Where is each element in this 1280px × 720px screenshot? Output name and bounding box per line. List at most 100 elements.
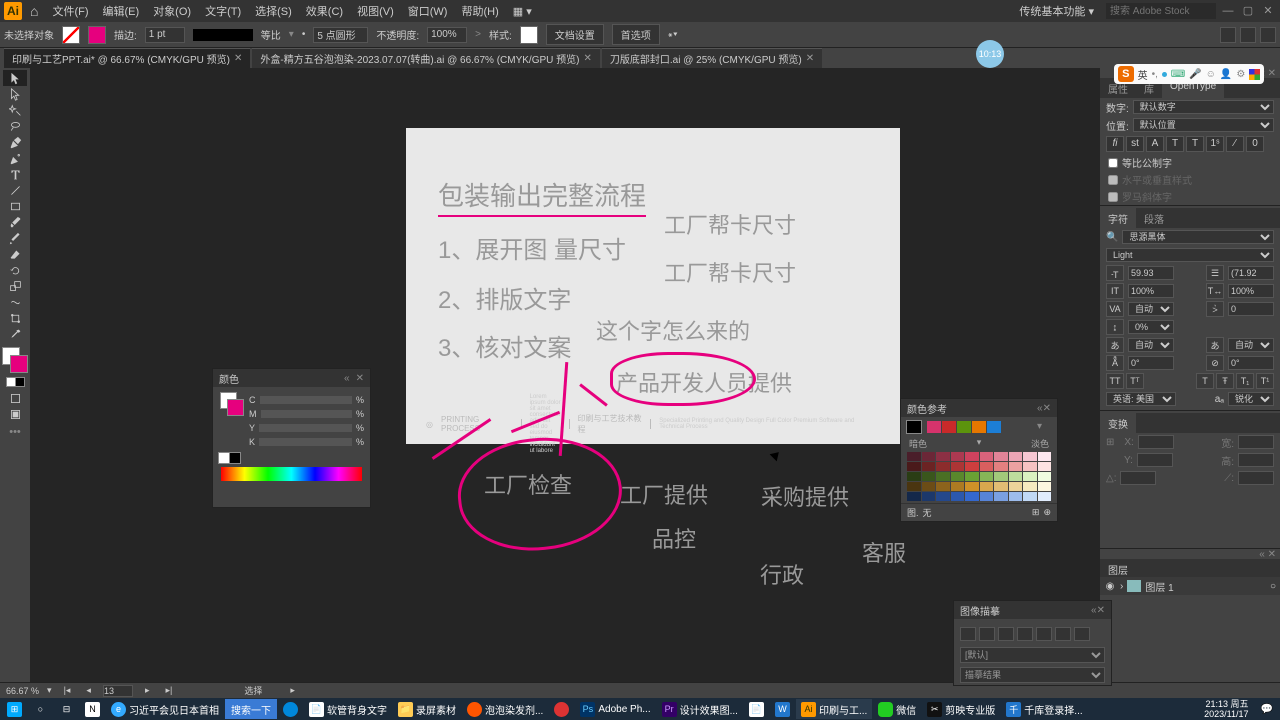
menu-effect[interactable]: 效果(C)	[300, 1, 349, 21]
wechat-button[interactable]: 微信	[873, 699, 921, 719]
tab-transform[interactable]: 变换	[1100, 413, 1136, 433]
panel-icon-3[interactable]	[1260, 27, 1276, 43]
aki-left-select[interactable]: 自动	[1128, 338, 1174, 352]
premiere-button[interactable]: Pr设计效果图...	[657, 699, 743, 719]
line-tool[interactable]	[3, 182, 27, 198]
start-button[interactable]: ⊞	[2, 699, 27, 719]
doc-tab-1[interactable]: 印刷与工艺PPT.ai* @ 66.67% (CMYK/GPU 预览)✕	[4, 48, 250, 68]
figure-select[interactable]: 默认数字	[1133, 100, 1274, 114]
stroke-swatch[interactable]	[88, 26, 106, 44]
panel-icon-2[interactable]	[1240, 27, 1256, 43]
minimize-button[interactable]: ―	[1220, 3, 1236, 19]
char-rot2-input[interactable]	[1228, 356, 1274, 370]
opacity-input[interactable]	[427, 27, 467, 43]
cortana-button[interactable]: ○	[28, 699, 53, 719]
rectangle-tool[interactable]	[3, 198, 27, 214]
tab-paragraph[interactable]: 段落	[1136, 208, 1172, 228]
shaper-tool[interactable]	[3, 230, 27, 246]
position-select[interactable]: 默认位置	[1133, 118, 1274, 132]
font-weight-select[interactable]: Light	[1106, 248, 1274, 262]
qianku-button[interactable]: 千千库登录择...	[1001, 699, 1087, 719]
selection-tool[interactable]	[3, 70, 27, 86]
ime-toolbar[interactable]: S 英 •, ⌨ 🎤 ☺ 👤 ⚙	[1114, 64, 1264, 84]
fill-stroke-indicator[interactable]	[3, 348, 27, 372]
style-swatch[interactable]	[520, 26, 538, 44]
anti-alias-select[interactable]: 锐化	[1228, 392, 1274, 406]
lang-select[interactable]: 英语: 美国	[1106, 392, 1176, 406]
workspace-switcher[interactable]: 传统基本功能 ▾	[1011, 1, 1102, 21]
doc-tab-2[interactable]: 外盒-精方五谷泡泡染-2023.07.07(转曲).ai @ 66.67% (C…	[252, 48, 600, 68]
screen-mode[interactable]	[3, 390, 27, 406]
preferences-button[interactable]: 首选项	[612, 24, 660, 45]
photoshop-button[interactable]: PsAdobe Ph...	[575, 699, 655, 719]
stroke-profile[interactable]	[193, 29, 253, 41]
scale-tool[interactable]	[3, 278, 27, 294]
zoom-level[interactable]: 66.67 %	[6, 686, 39, 696]
close-icon[interactable]: ✕	[806, 53, 814, 64]
char-rot-input[interactable]	[1128, 356, 1174, 370]
brush-input[interactable]	[313, 27, 368, 43]
eyedropper-tool[interactable]	[3, 326, 27, 342]
curvature-tool[interactable]	[3, 150, 27, 166]
close-icon[interactable]: ✕	[584, 53, 592, 64]
trace-view-select[interactable]: 描摹结果	[960, 667, 1105, 683]
kuwo-button[interactable]	[278, 699, 303, 719]
fill-swatch[interactable]	[62, 26, 80, 44]
prev-artboard[interactable]: ◂	[82, 685, 95, 696]
ime-lang[interactable]: 英	[1138, 67, 1148, 82]
menu-select[interactable]: 选择(S)	[249, 1, 298, 21]
eraser-tool[interactable]	[3, 246, 27, 262]
ime-grid-icon[interactable]	[1249, 69, 1260, 80]
direct-selection-tool[interactable]	[3, 86, 27, 102]
trace-preset-select[interactable]: [默认]	[960, 647, 1105, 663]
baseline-select[interactable]: 0%	[1128, 320, 1174, 334]
search-button[interactable]: 搜索一下	[225, 699, 277, 719]
menu-arrange-icon[interactable]: ▦ ▾	[507, 3, 538, 20]
pen-tool[interactable]	[3, 134, 27, 150]
aki-right-select[interactable]: 自动	[1228, 338, 1274, 352]
canvas[interactable]: 包装输出完整流程 1、展开图 量尺寸 2、排版文字 3、核对文案 工厂帮卡尺寸 …	[30, 68, 1100, 694]
stock-search[interactable]	[1106, 3, 1216, 19]
visibility-icon[interactable]: ◉	[1104, 581, 1116, 592]
notion-button[interactable]: N	[80, 699, 105, 719]
color-mode[interactable]	[3, 374, 27, 390]
system-clock[interactable]: 21:13 周五2023/11/17	[1198, 698, 1254, 720]
menu-type[interactable]: 文字(T)	[199, 1, 247, 21]
maximize-button[interactable]: ▢	[1240, 3, 1256, 19]
font-family-select[interactable]: 思源黑体	[1122, 230, 1274, 244]
menu-file[interactable]: 文件(F)	[46, 1, 94, 21]
menu-edit[interactable]: 编辑(E)	[97, 1, 146, 21]
artboard-nav-input[interactable]	[103, 685, 133, 697]
ie-button[interactable]: e习近平会见日本首相	[106, 699, 224, 719]
image-trace-panel[interactable]: 图像描摹«✕ [默认] 描摹结果	[953, 600, 1112, 686]
doc-tab-3[interactable]: 刀版底部封口.ai @ 25% (CMYK/GPU 预览)✕	[602, 48, 822, 68]
color-guide-panel[interactable]: 颜色参考«✕ ▾ 暗色▾淡色 图.无⊞⊕	[900, 398, 1058, 522]
width-tool[interactable]	[3, 294, 27, 310]
illustrator-button[interactable]: Ai印刷与工...	[796, 699, 872, 719]
first-artboard[interactable]: |◂	[60, 685, 75, 696]
word-button[interactable]: W	[770, 699, 795, 719]
ime-dot-icon[interactable]	[1162, 72, 1167, 77]
vscale-input[interactable]	[1128, 284, 1174, 298]
close-icon[interactable]: ✕	[234, 53, 242, 64]
panel-icon-1[interactable]	[1220, 27, 1236, 43]
stroke-weight-input[interactable]	[145, 27, 185, 43]
align-icon[interactable]: ꘎▾	[668, 29, 678, 40]
paintbrush-tool[interactable]	[3, 214, 27, 230]
color-guide-grid[interactable]	[907, 452, 1051, 501]
notepad-button[interactable]: 📄软管背身文字	[304, 699, 392, 719]
taskview-button[interactable]: ⊟	[54, 699, 79, 719]
menu-window[interactable]: 窗口(W)	[402, 1, 454, 21]
leading-input[interactable]	[1228, 266, 1274, 280]
menu-object[interactable]: 对象(O)	[147, 1, 197, 21]
doc-setup-button[interactable]: 文档设置	[546, 24, 604, 45]
capcut-button[interactable]: ✂剪映专业版	[922, 699, 1000, 719]
doc-button[interactable]: 📄	[744, 699, 769, 719]
layer-row[interactable]: ◉ › 图层 1 ○	[1100, 577, 1280, 595]
next-artboard[interactable]: ▸	[141, 685, 154, 696]
menu-help[interactable]: 帮助(H)	[455, 1, 504, 21]
color-spectrum[interactable]	[221, 467, 362, 481]
hscale-input[interactable]	[1228, 284, 1274, 298]
draw-mode[interactable]	[3, 406, 27, 422]
menu-view[interactable]: 视图(V)	[351, 1, 400, 21]
